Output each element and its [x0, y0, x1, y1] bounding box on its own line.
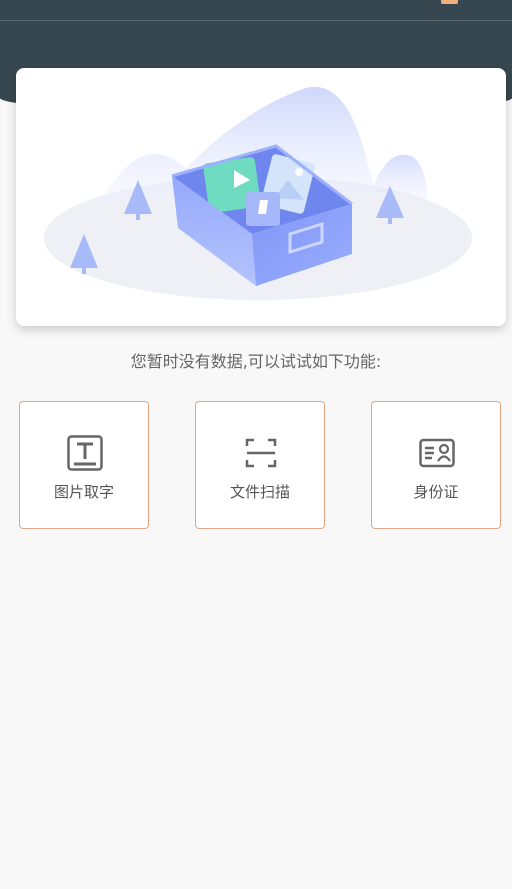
empty-state-message: 您暂时没有数据,可以试试如下功能:	[130, 352, 382, 371]
feature-label: 图片取字	[53, 483, 114, 501]
status-bar-divider	[0, 20, 512, 21]
id-card-icon	[419, 438, 455, 468]
page: 您暂时没有数据,可以试试如下功能: 图片取字 文件扫描 身份证	[0, 0, 512, 889]
feature-card-id-card[interactable]: 身份证	[371, 401, 501, 529]
feature-label: 身份证	[413, 483, 459, 501]
feature-card-image-text[interactable]: 图片取字	[19, 401, 149, 529]
text-recognition-icon	[67, 435, 103, 471]
empty-box-illustration	[44, 86, 472, 300]
doc-card-icon	[246, 192, 280, 226]
empty-state-card	[16, 68, 506, 326]
scan-frame-icon	[245, 438, 277, 468]
menu-indicator-icon[interactable]	[441, 0, 458, 4]
feature-card-document-scan[interactable]: 文件扫描	[195, 401, 325, 529]
feature-label: 文件扫描	[229, 483, 290, 501]
